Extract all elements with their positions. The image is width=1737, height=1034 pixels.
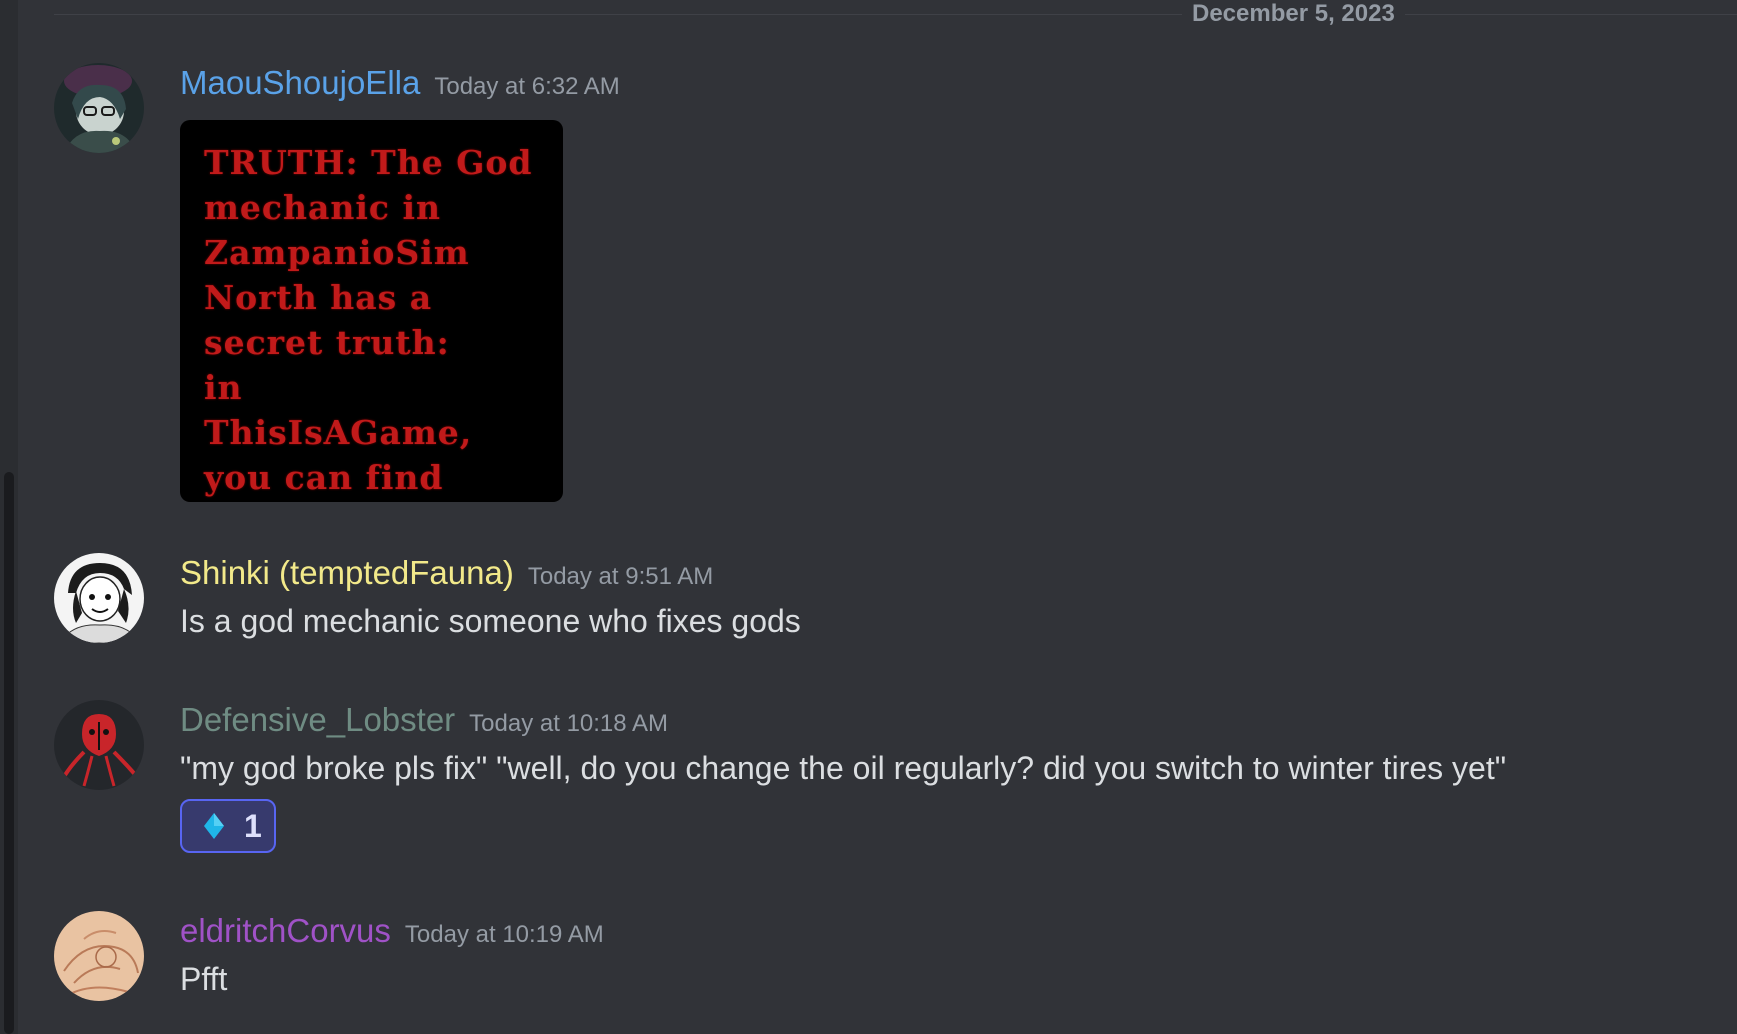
chat-view: December 5, 2023 MaouShoujoElla Today at … <box>0 0 1737 1034</box>
scrollbar-thumb[interactable] <box>4 472 14 1034</box>
avatar[interactable] <box>54 700 144 790</box>
avatar-image <box>54 553 144 643</box>
avatar-image <box>54 700 144 790</box>
avatar[interactable] <box>54 63 144 153</box>
username[interactable]: eldritchCorvus <box>180 912 391 949</box>
avatar-image <box>54 911 144 1001</box>
message-text: Is a god mechanic someone who fixes gods <box>180 603 801 639</box>
timestamp[interactable]: Today at 6:32 AM <box>434 73 619 100</box>
image-attachment[interactable]: TRUTH: The God mechanic in ZampanioSim N… <box>180 120 563 502</box>
avatar[interactable] <box>54 553 144 643</box>
message-header: MaouShoujoElla Today at 6:32 AM <box>180 63 620 110</box>
reaction-button[interactable]: 1 <box>180 799 276 853</box>
blue-diamond-icon <box>204 813 224 839</box>
attachment-text: TRUTH: The God mechanic in ZampanioSim N… <box>204 143 533 497</box>
timestamp[interactable]: Today at 9:51 AM <box>528 563 713 590</box>
avatar[interactable] <box>54 911 144 1001</box>
reaction-count: 1 <box>244 807 262 844</box>
username[interactable]: Shinki (temptedFauna) <box>180 554 514 591</box>
date-divider <box>54 14 1737 15</box>
message-header: Defensive_Lobster Today at 10:18 AM <box>180 700 668 747</box>
message-text: Pfft <box>180 961 228 997</box>
message-header: Shinki (temptedFauna) Today at 9:51 AM <box>180 553 713 600</box>
message-text: "my god broke pls fix" "well, do you cha… <box>180 750 1507 786</box>
username[interactable]: MaouShoujoElla <box>180 64 420 101</box>
timestamp[interactable]: Today at 10:19 AM <box>405 921 604 948</box>
date-divider-label: December 5, 2023 <box>1182 0 1405 28</box>
message-header: eldritchCorvus Today at 10:19 AM <box>180 911 604 958</box>
username[interactable]: Defensive_Lobster <box>180 701 455 738</box>
timestamp[interactable]: Today at 10:18 AM <box>469 710 668 737</box>
scrollbar-track[interactable] <box>0 0 18 1034</box>
avatar-image <box>54 63 144 153</box>
